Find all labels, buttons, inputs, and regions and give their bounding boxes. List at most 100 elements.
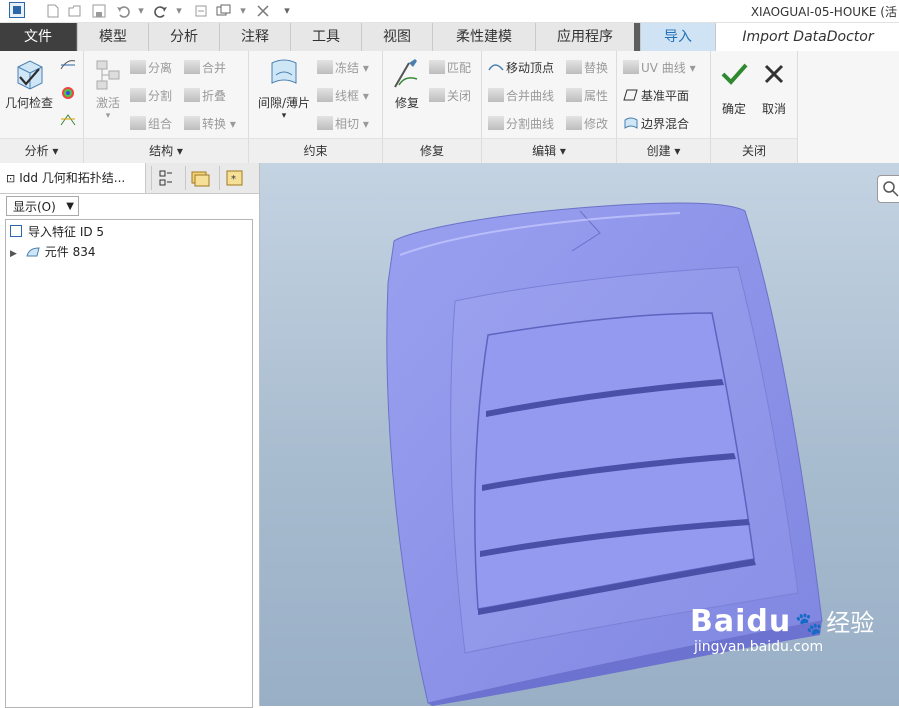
tab-geometry-topology[interactable]: ⊡ Idd 几何和拓扑结... — [0, 163, 146, 193]
tab-tree-icon[interactable] — [151, 166, 180, 190]
uv-curve-icon — [623, 60, 639, 74]
modify-icon — [566, 116, 582, 130]
undo-icon[interactable] — [116, 4, 130, 18]
checkmark-icon — [721, 63, 748, 85]
boundary-blend-icon — [624, 117, 638, 129]
merge-icon — [184, 60, 200, 74]
tab-annotate[interactable]: 注释 — [219, 23, 290, 51]
tab-view[interactable]: 视图 — [361, 23, 432, 51]
surface-icon — [26, 247, 40, 257]
tab-applications[interactable]: 应用程序 — [535, 23, 634, 51]
tab-file[interactable]: 文件 — [0, 23, 76, 51]
tab-favorites-icon[interactable]: * — [219, 166, 248, 190]
tab-tools[interactable]: 工具 — [290, 23, 361, 51]
cancel-button[interactable]: 取消 — [757, 59, 791, 117]
close-icon — [764, 64, 784, 84]
expand-arrow-icon[interactable]: ▶ — [10, 249, 17, 259]
undo-dropdown-icon[interactable]: ▾ — [134, 4, 148, 18]
separate-icon — [130, 60, 146, 74]
wireframe-button[interactable]: 线框 ▾ — [317, 87, 369, 104]
title-bar: ▾ ▾ ▾ ▾ XIAOGUAI-05-HOUKE (活 — [0, 0, 899, 23]
ok-label: 确定 — [721, 102, 746, 116]
datum-plane-button[interactable]: 基准平面 — [623, 87, 689, 104]
split-button[interactable]: 分割 — [130, 87, 172, 104]
modify-button[interactable]: 修改 — [566, 115, 608, 132]
gap-sheet-icon — [271, 59, 297, 84]
group-structure-label[interactable]: 结构 ▾ — [84, 138, 248, 163]
move-vertex-button[interactable]: 移动顶点 — [488, 59, 554, 76]
tab-model[interactable]: 模型 — [77, 23, 148, 51]
merge-curve-button[interactable]: 合并曲线 — [488, 87, 554, 104]
tab-analysis[interactable]: 分析 — [148, 23, 219, 51]
merge-button[interactable]: 合并 — [184, 59, 226, 76]
group-repair: 修复 匹配 关闭 修复 — [383, 51, 482, 163]
tab-flexible-modeling[interactable]: 柔性建模 — [432, 23, 535, 51]
tab-import-datadoctor[interactable]: Import DataDoctor — [715, 23, 899, 51]
new-file-icon[interactable] — [46, 4, 60, 18]
group-button[interactable]: 组合 — [130, 115, 172, 132]
tangent-icon — [317, 116, 333, 130]
ribbon-tab-strip: 文件 模型 分析 注释 工具 视图 柔性建模 应用程序 导入 Import Da… — [0, 23, 899, 51]
activate-button[interactable]: 激活 ▾ — [88, 57, 128, 121]
redo-dropdown-icon[interactable]: ▾ — [172, 4, 186, 18]
convert-icon — [184, 116, 200, 130]
close-gap-icon — [429, 88, 445, 102]
fold-button[interactable]: 折叠 — [184, 87, 226, 104]
graphics-viewport[interactable]: Baidu 🐾 经验 jingyan.baidu.com — [260, 163, 899, 706]
analysis-tool-2-icon[interactable] — [59, 85, 77, 104]
save-icon[interactable] — [92, 4, 106, 18]
import-feature-icon — [10, 225, 22, 237]
analysis-tool-3-icon[interactable] — [59, 111, 77, 130]
separate-button[interactable]: 分离 — [130, 59, 172, 76]
watermark-cn: 经验 — [826, 609, 875, 637]
convert-button[interactable]: 转换 ▾ — [184, 115, 236, 132]
windows-icon[interactable] — [216, 4, 231, 18]
geometry-check-button[interactable]: 几何检查 — [2, 57, 56, 111]
properties-icon — [566, 88, 582, 102]
freeze-icon — [317, 60, 333, 74]
open-file-icon[interactable] — [68, 4, 82, 18]
group-icon — [130, 116, 146, 130]
close-window-icon[interactable] — [256, 4, 270, 18]
wireframe-icon — [317, 88, 333, 102]
boundary-blend-button[interactable]: 边界混合 — [623, 115, 689, 132]
show-dropdown[interactable]: 显示(O) ▼ — [6, 196, 79, 216]
watermark-brand: Baidu — [690, 604, 792, 639]
close-gap-button[interactable]: 关闭 — [429, 87, 471, 104]
window-title: XIAOGUAI-05-HOUKE (活 — [750, 5, 897, 19]
app-icon[interactable] — [9, 2, 25, 18]
tree-item-component[interactable]: ▶ 元件 834 — [10, 243, 95, 260]
tangent-button[interactable]: 相切 ▾ — [317, 115, 369, 132]
gap-sheet-button[interactable]: 间隙/薄片 ▾ — [253, 55, 315, 121]
model-tree-panel: ⊡ Idd 几何和拓扑结... * 显示(O) ▼ 导入特征 ID 5 ▶ 元件 … — [0, 163, 260, 708]
repair-button[interactable]: 修复 — [387, 55, 427, 111]
properties-button[interactable]: 属性 — [566, 87, 608, 104]
group-create-label[interactable]: 创建 ▾ — [617, 138, 710, 163]
freeze-button[interactable]: 冻结 ▾ — [317, 59, 369, 76]
tree-item-import-feature[interactable]: 导入特征 ID 5 — [10, 223, 104, 240]
search-icon[interactable] — [877, 175, 899, 203]
match-button[interactable]: 匹配 — [429, 59, 471, 76]
chevron-down-icon: ▼ — [66, 201, 74, 212]
cancel-label: 取消 — [761, 102, 786, 116]
match-icon — [429, 60, 445, 74]
windows-dropdown-icon[interactable]: ▾ — [236, 4, 250, 18]
ok-button[interactable]: 确定 — [717, 59, 751, 117]
repair-icon — [394, 59, 418, 88]
analysis-tool-1-icon[interactable] — [59, 57, 77, 76]
group-edit: 移动顶点 合并曲线 分割曲线 替换 属性 修改 编辑 ▾ — [482, 51, 617, 163]
tab-import[interactable]: 导入 — [640, 23, 715, 51]
group-analysis: 几何检查 分析 ▾ — [0, 51, 84, 163]
activate-icon — [96, 60, 120, 90]
redo-icon[interactable] — [154, 4, 168, 18]
split-curve-button[interactable]: 分割曲线 — [488, 115, 554, 132]
svg-text:*: * — [231, 174, 236, 185]
replace-button[interactable]: 替换 — [566, 59, 608, 76]
customize-toolbar-icon[interactable]: ▾ — [280, 4, 294, 18]
regenerate-icon[interactable] — [194, 4, 208, 18]
gap-sheet-label: 间隙/薄片 — [257, 96, 311, 110]
uv-curve-button[interactable]: UV 曲线 ▾ — [623, 59, 696, 76]
group-analysis-label[interactable]: 分析 ▾ — [0, 138, 83, 163]
tab-folder-icon[interactable] — [185, 166, 214, 190]
group-edit-label[interactable]: 编辑 ▾ — [482, 138, 616, 163]
